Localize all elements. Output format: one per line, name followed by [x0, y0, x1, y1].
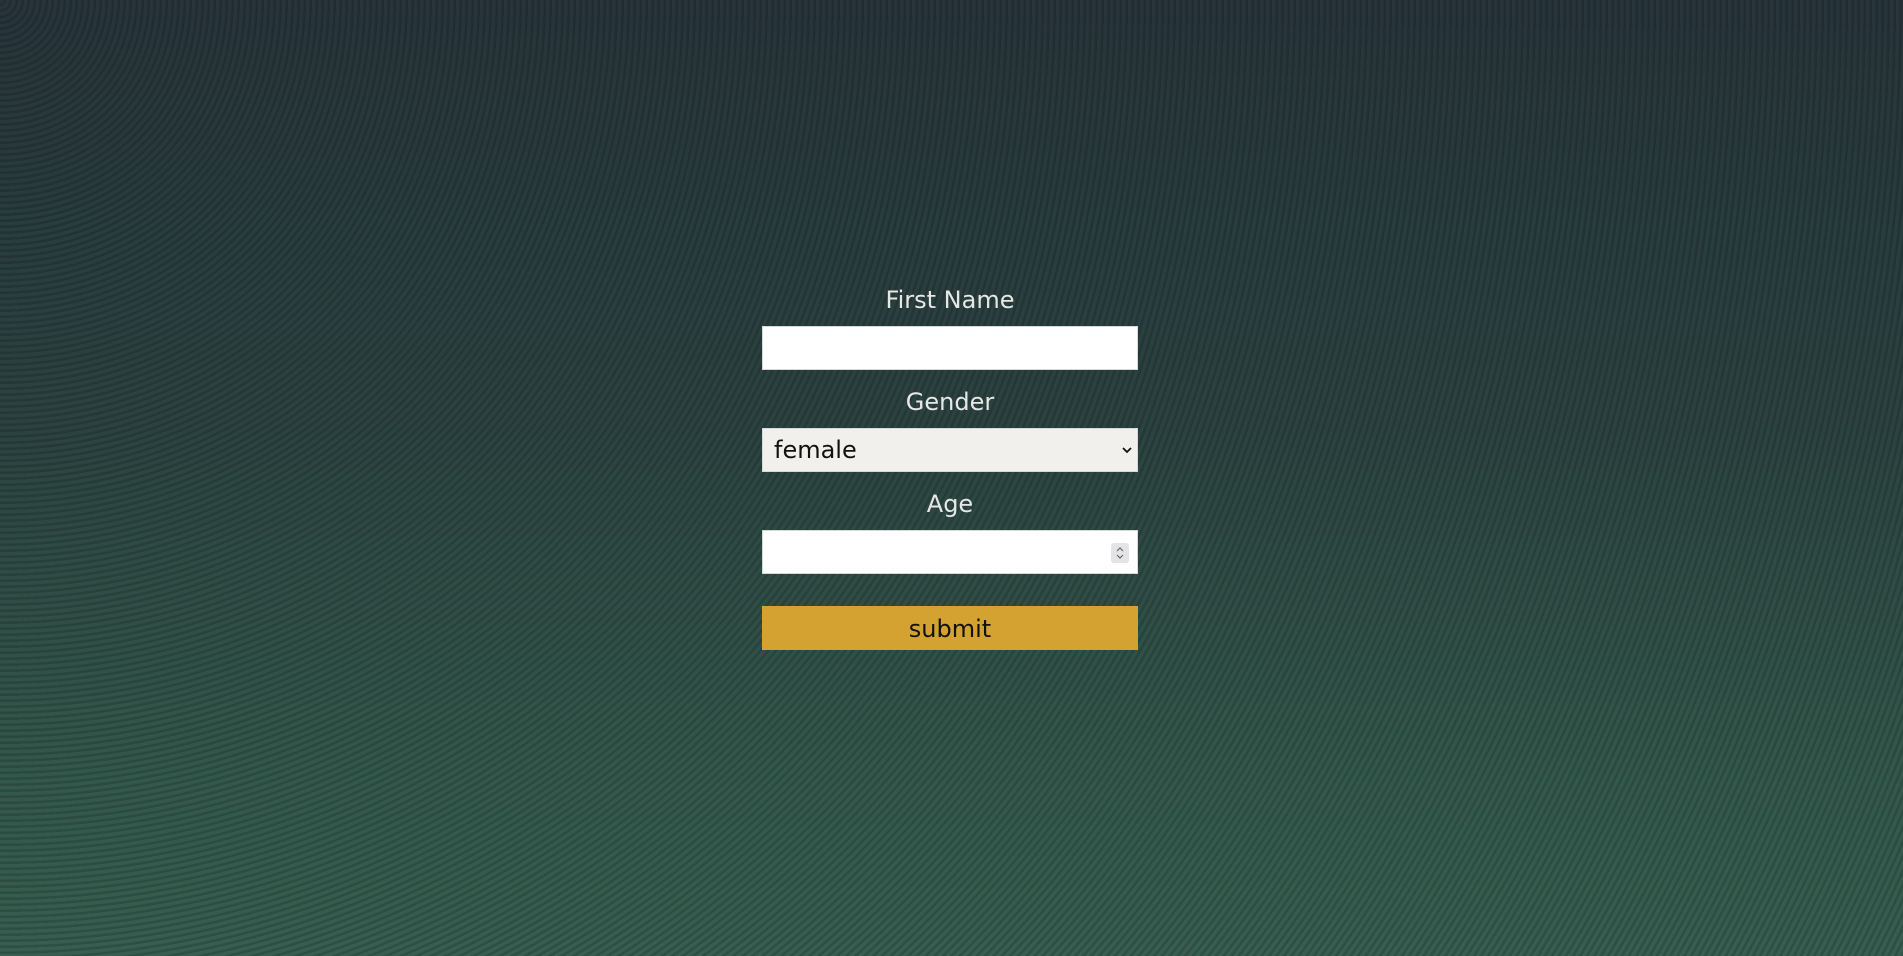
- gender-selected-value: female: [774, 436, 857, 464]
- first-name-label: First Name: [885, 286, 1015, 314]
- first-name-input[interactable]: [762, 326, 1138, 370]
- age-label: Age: [926, 490, 974, 518]
- user-form: First Name Gender female Age submit: [762, 280, 1138, 650]
- age-stepper[interactable]: [1111, 543, 1129, 563]
- age-input[interactable]: [762, 530, 1138, 574]
- chevron-down-icon: [1122, 447, 1132, 454]
- gender-label: Gender: [905, 388, 995, 416]
- spin-stepper-icon: [1116, 547, 1124, 559]
- submit-button[interactable]: submit: [762, 606, 1138, 650]
- gender-select[interactable]: female: [762, 428, 1138, 472]
